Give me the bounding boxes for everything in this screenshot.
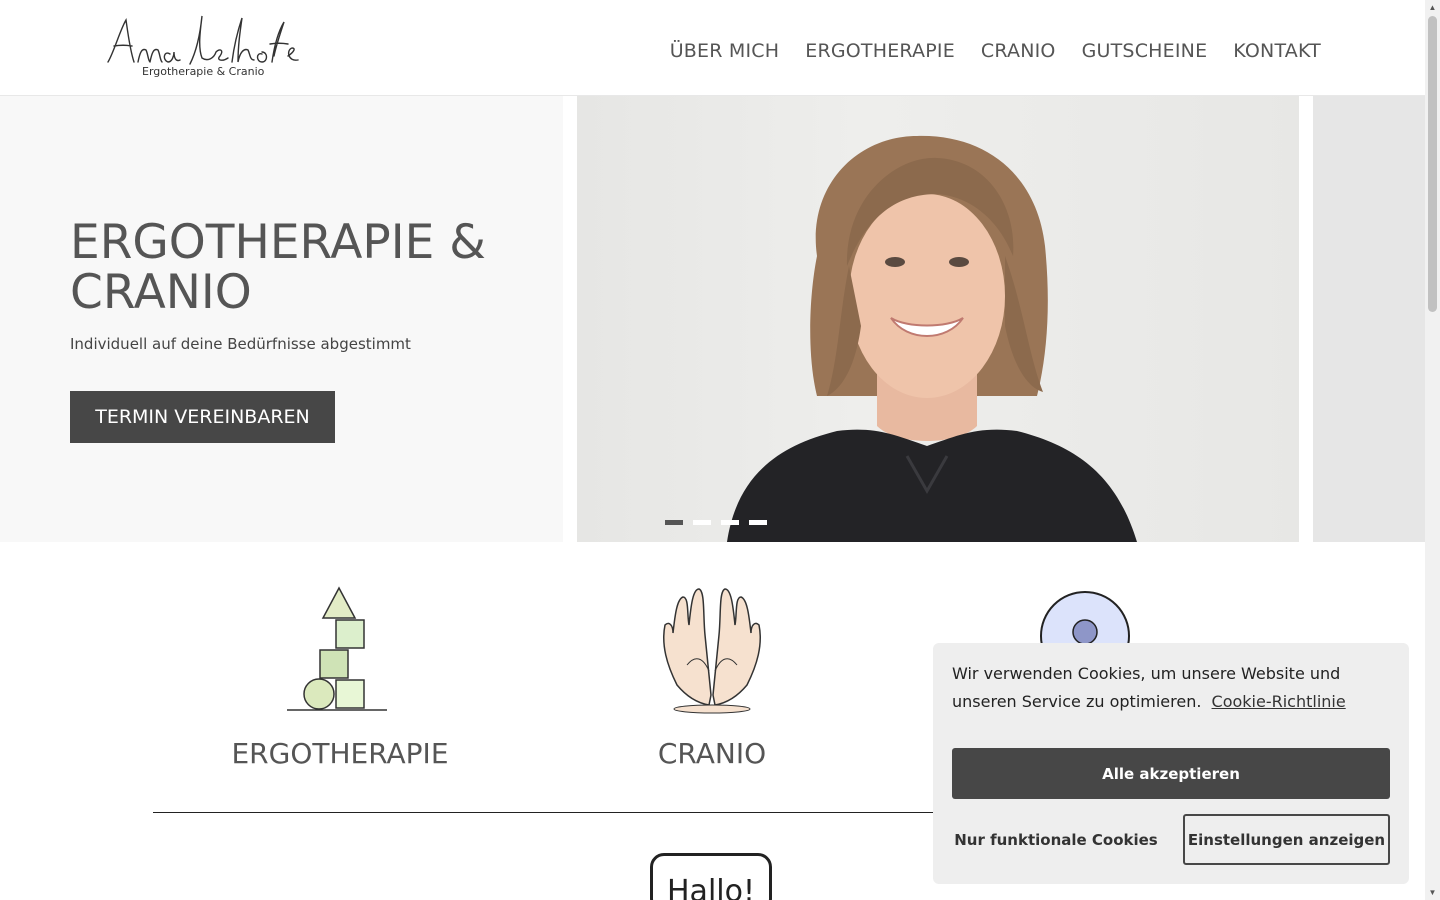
hero-text-panel: ERGOTHERAPIE & CRANIO Individuell auf de… xyxy=(0,96,563,542)
book-appointment-button[interactable]: TERMIN VEREINBAREN xyxy=(70,391,335,443)
service-label-cranio: CRANIO xyxy=(657,737,767,770)
site-logo[interactable]: Ergotherapie & Cranio xyxy=(104,12,304,84)
slider-dot-3[interactable] xyxy=(721,520,739,525)
scroll-down-arrow-icon[interactable]: ▼ xyxy=(1428,888,1437,897)
section-divider xyxy=(153,812,943,813)
accept-all-cookies-button[interactable]: Alle akzeptieren xyxy=(952,748,1390,799)
main-nav: ÜBER MICH ERGOTHERAPIE CRANIO GUTSCHEINE… xyxy=(670,40,1321,62)
hallo-speech-card: Hallo! xyxy=(650,853,772,900)
logo-signature xyxy=(107,15,299,65)
site-header: Ergotherapie & Cranio ÜBER MICH ERGOTHER… xyxy=(0,0,1425,96)
cookie-settings-button[interactable]: Einstellungen anzeigen xyxy=(1183,814,1390,865)
next-slide-peek[interactable] xyxy=(1313,96,1425,542)
service-label-ergotherapie: ERGOTHERAPIE xyxy=(231,737,449,770)
functional-cookies-only-button[interactable]: Nur funktionale Cookies xyxy=(952,814,1160,865)
scroll-up-arrow-icon[interactable]: ▲ xyxy=(1428,3,1437,12)
scrollbar-thumb[interactable] xyxy=(1428,16,1437,312)
service-ergotherapie[interactable]: ERGOTHERAPIE xyxy=(230,585,450,770)
slider-dot-4[interactable] xyxy=(749,520,767,525)
logo-subtitle: Ergotherapie & Cranio xyxy=(142,65,265,78)
nav-item-ueber-mich[interactable]: ÜBER MICH xyxy=(670,40,780,62)
slider-pagination xyxy=(665,520,767,525)
hero-portrait-photo xyxy=(577,96,1299,542)
stacked-blocks-icon xyxy=(287,586,387,711)
nav-item-ergotherapie[interactable]: ERGOTHERAPIE xyxy=(805,40,955,62)
slider-dot-1[interactable] xyxy=(665,520,683,525)
nav-item-cranio[interactable]: CRANIO xyxy=(981,40,1056,62)
portrait-illustration xyxy=(727,135,1137,542)
page-scrollbar[interactable]: ▲ ▼ xyxy=(1425,0,1440,900)
service-cranio[interactable]: CRANIO xyxy=(610,585,814,770)
hero-subtitle: Individuell auf deine Bedürfnisse abgest… xyxy=(70,335,411,353)
cookie-message: Wir verwenden Cookies, um unsere Website… xyxy=(952,660,1392,716)
cookie-consent-banner: Wir verwenden Cookies, um unsere Website… xyxy=(933,643,1409,884)
slider-dot-2[interactable] xyxy=(693,520,711,525)
open-hands-icon xyxy=(663,588,761,714)
hero-title: ERGOTHERAPIE & CRANIO xyxy=(70,215,486,320)
nav-item-gutscheine[interactable]: GUTSCHEINE xyxy=(1082,40,1208,62)
cookie-policy-link[interactable]: Cookie-Richtlinie xyxy=(1212,692,1346,711)
nav-item-kontakt[interactable]: KONTAKT xyxy=(1233,40,1321,62)
